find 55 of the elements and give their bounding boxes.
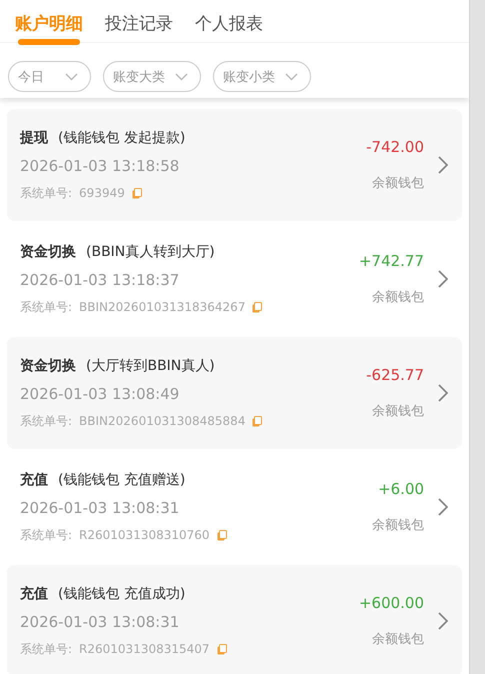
wallet-name: 余额钱包 [372, 289, 424, 306]
copy-icon[interactable] [132, 188, 142, 198]
record-card[interactable]: 充值 (钱能钱包 充值成功) 2026-01-03 13:08:31 系统单号: R2601031308315407 +600.00 余额钱包 [7, 565, 462, 674]
record-detail: (钱能钱包 发起提款) [58, 128, 186, 146]
chevron-right-icon[interactable] [438, 156, 448, 174]
record-time: 2026-01-03 13:18:58 [20, 156, 180, 174]
order-label: 系统单号: [20, 412, 72, 430]
tab[interactable]: 投注记录 [105, 12, 173, 43]
wallet-name: 余额钱包 [372, 517, 424, 534]
copy-icon[interactable] [252, 302, 262, 312]
wallet-name: 余额钱包 [372, 175, 424, 192]
record-time: 2026-01-03 13:08:31 [20, 498, 180, 516]
order-label: 系统单号: [20, 640, 72, 658]
record-detail: (钱能钱包 充值成功) [58, 584, 186, 602]
record-type: 资金切换 [20, 242, 76, 260]
copy-icon[interactable] [216, 530, 227, 540]
chevron-down-icon [175, 72, 188, 80]
chevron-right-icon[interactable] [438, 270, 448, 288]
chevron-right-icon[interactable] [438, 612, 448, 630]
copy-icon[interactable] [252, 416, 262, 426]
wallet-name: 余额钱包 [372, 403, 424, 420]
record-detail: (钱能钱包 充值赠送) [58, 470, 186, 488]
record-row[interactable]: 充值 (钱能钱包 充值赠送) 2026-01-03 13:08:31 系统单号: R2601031308310760 +6.00 余额钱包 [7, 451, 462, 563]
order-label: 系统单号: [20, 184, 72, 202]
amount: -742.00 [366, 138, 424, 156]
record-time: 2026-01-03 13:08:31 [20, 612, 180, 630]
record-type: 资金切换 [20, 356, 76, 374]
record-type: 充值 [20, 584, 48, 602]
chevron-down-icon [65, 72, 78, 80]
record-card[interactable]: 资金切换 (大厅转到BBIN真人) 2026-01-03 13:08:49 系统单号: BBIN202601031308485884 -625.77 余额钱包 [7, 337, 462, 449]
order-number: 693949 [79, 186, 125, 200]
order-number: R2601031308310760 [79, 528, 210, 542]
order-number: BBIN202601031318364267 [79, 300, 246, 314]
record-detail: (BBIN真人转到大厅) [86, 242, 215, 260]
order-number: BBIN202601031308485884 [79, 414, 246, 428]
chevron-right-icon[interactable] [438, 498, 448, 516]
amount: +742.77 [358, 252, 424, 270]
order-number: R2601031308315407 [79, 642, 210, 656]
chevron-down-icon [285, 72, 298, 80]
record-time: 2026-01-03 13:18:37 [20, 270, 180, 288]
order-label: 系统单号: [20, 526, 72, 544]
amount: +6.00 [378, 480, 424, 498]
amount: -625.77 [366, 366, 424, 384]
tab[interactable]: 个人报表 [195, 12, 263, 43]
copy-icon[interactable] [216, 644, 227, 654]
wallet-name: 余额钱包 [372, 631, 424, 648]
amount: +600.00 [358, 594, 424, 612]
record-time: 2026-01-03 13:08:49 [20, 384, 180, 402]
record-row[interactable]: 资金切换 (BBIN真人转到大厅) 2026-01-03 13:18:37 系统单号: BBIN202601031318364267 +742.77 余额钱包 [7, 223, 462, 335]
record-type: 提现 [20, 128, 48, 146]
chevron-right-icon[interactable] [438, 384, 448, 402]
record-card[interactable]: 提现 (钱能钱包 发起提款) 2026-01-03 13:18:58 系统单号: 693949 -742.00 余额钱包 [7, 109, 462, 221]
order-label: 系统单号: [20, 298, 72, 316]
record-type: 充值 [20, 470, 48, 488]
record-detail: (大厅转到BBIN真人) [86, 356, 215, 374]
